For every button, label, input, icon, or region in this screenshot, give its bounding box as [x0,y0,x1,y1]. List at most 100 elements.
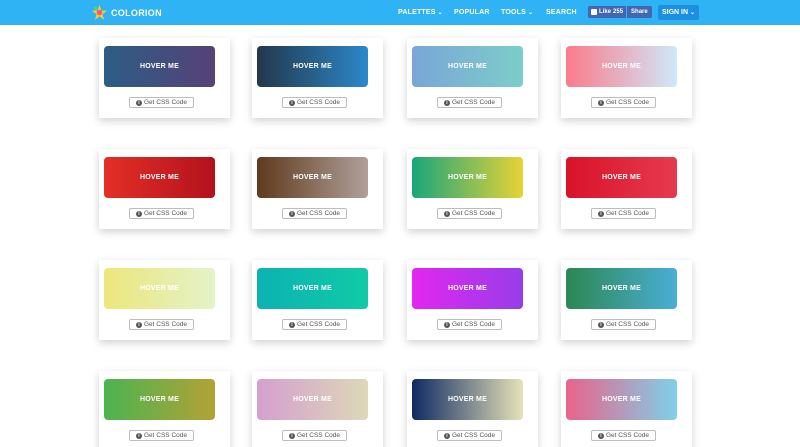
hover-me-button[interactable]: HOVER ME [104,379,215,420]
gradient-card: HOVER ME i Get CSS Code [561,38,692,118]
get-css-code-button[interactable]: i Get CSS Code [437,97,502,108]
gradient-card: HOVER ME i Get CSS Code [252,38,383,118]
nav-search[interactable]: SEARCH [546,0,577,25]
sign-in-button[interactable]: SIGN IN ⌄ [658,5,699,20]
brand-logo[interactable]: COLORION [92,5,162,20]
info-icon: i [444,432,450,439]
hover-me-button[interactable]: HOVER ME [566,379,677,420]
get-css-code-label: Get CSS Code [452,321,495,328]
gradient-card: HOVER ME i Get CSS Code [561,149,692,229]
top-navbar: COLORION PALETTES ⌄ POPULAR TOOLS ⌄ SEARCH… [0,0,800,25]
facebook-widget: Like 255 Share [588,6,652,18]
info-icon: i [598,210,604,217]
nav-tools[interactable]: TOOLS ⌄ [501,0,533,25]
info-icon: i [136,321,142,328]
hover-me-button[interactable]: HOVER ME [257,46,368,87]
get-css-code-button[interactable]: i Get CSS Code [282,319,347,330]
get-css-code-label: Get CSS Code [606,321,649,328]
get-css-code-button[interactable]: i Get CSS Code [129,97,194,108]
info-icon: i [598,432,604,439]
caret-down-icon: ⌄ [437,10,443,16]
info-icon: i [598,321,604,328]
get-css-code-label: Get CSS Code [452,210,495,217]
hover-me-button[interactable]: HOVER ME [412,157,523,198]
nav-popular-label: POPULAR [454,9,490,16]
gradient-card: HOVER ME i Get CSS Code [407,371,538,447]
get-css-code-label: Get CSS Code [297,432,340,439]
get-css-code-label: Get CSS Code [144,432,187,439]
gradient-card: HOVER ME i Get CSS Code [407,260,538,340]
hover-me-button[interactable]: HOVER ME [566,268,677,309]
facebook-share-button[interactable]: Share [627,6,652,18]
nav-popular[interactable]: POPULAR [454,0,490,25]
get-css-code-button[interactable]: i Get CSS Code [437,208,502,219]
get-css-code-label: Get CSS Code [606,99,649,106]
like-label: Like [599,9,612,15]
get-css-code-button[interactable]: i Get CSS Code [282,208,347,219]
get-css-code-button[interactable]: i Get CSS Code [129,208,194,219]
hover-me-button[interactable]: HOVER ME [412,379,523,420]
info-icon: i [289,321,295,328]
hover-me-button[interactable]: HOVER ME [257,379,368,420]
hover-me-button[interactable]: HOVER ME [104,46,215,87]
info-icon: i [136,210,142,217]
gradient-card: HOVER ME i Get CSS Code [561,371,692,447]
info-icon: i [289,99,295,106]
get-css-code-button[interactable]: i Get CSS Code [591,208,656,219]
get-css-code-label: Get CSS Code [144,210,187,217]
get-css-code-label: Get CSS Code [144,99,187,106]
gradient-card: HOVER ME i Get CSS Code [99,149,230,229]
get-css-code-button[interactable]: i Get CSS Code [591,430,656,441]
gradient-card: HOVER ME i Get CSS Code [252,371,383,447]
sign-in-label: SIGN IN [661,9,689,16]
hover-me-button[interactable]: HOVER ME [104,268,215,309]
thumbs-up-icon [591,9,597,15]
get-css-code-button[interactable]: i Get CSS Code [129,430,194,441]
gradient-card: HOVER ME i Get CSS Code [561,260,692,340]
hover-me-button[interactable]: HOVER ME [412,46,523,87]
info-icon: i [444,99,450,106]
get-css-code-button[interactable]: i Get CSS Code [437,430,502,441]
hover-me-button[interactable]: HOVER ME [412,268,523,309]
get-css-code-label: Get CSS Code [144,321,187,328]
nav-palettes-label: PALETTES [398,9,436,16]
info-icon: i [136,99,142,106]
hover-me-button[interactable]: HOVER ME [566,157,677,198]
gradient-card: HOVER ME i Get CSS Code [99,38,230,118]
get-css-code-label: Get CSS Code [297,99,340,106]
colorion-logo-icon [92,5,107,20]
get-css-code-button[interactable]: i Get CSS Code [591,319,656,330]
get-css-code-button[interactable]: i Get CSS Code [129,319,194,330]
gradient-card: HOVER ME i Get CSS Code [407,149,538,229]
hover-me-button[interactable]: HOVER ME [104,157,215,198]
nav-palettes[interactable]: PALETTES ⌄ [398,0,443,25]
info-icon: i [444,210,450,217]
get-css-code-label: Get CSS Code [452,99,495,106]
like-count: 255 [613,9,624,15]
get-css-code-label: Get CSS Code [297,321,340,328]
gradient-card: HOVER ME i Get CSS Code [99,371,230,447]
get-css-code-label: Get CSS Code [606,432,649,439]
get-css-code-button[interactable]: i Get CSS Code [282,430,347,441]
hover-me-button[interactable]: HOVER ME [257,268,368,309]
caret-down-icon: ⌄ [690,10,696,16]
get-css-code-label: Get CSS Code [606,210,649,217]
gradient-card: HOVER ME i Get CSS Code [99,260,230,340]
gradient-card: HOVER ME i Get CSS Code [252,260,383,340]
get-css-code-button[interactable]: i Get CSS Code [282,97,347,108]
facebook-like-button[interactable]: Like 255 [588,6,627,18]
caret-down-icon: ⌄ [527,10,534,16]
brand-name: COLORION [111,7,162,18]
get-css-code-button[interactable]: i Get CSS Code [591,97,656,108]
nav-tools-label: TOOLS [501,9,526,16]
hover-me-button[interactable]: HOVER ME [566,46,677,87]
gradient-card: HOVER ME i Get CSS Code [252,149,383,229]
hover-me-button[interactable]: HOVER ME [257,157,368,198]
nav-search-label: SEARCH [546,9,577,16]
gradient-card: HOVER ME i Get CSS Code [407,38,538,118]
get-css-code-button[interactable]: i Get CSS Code [437,319,502,330]
info-icon: i [444,321,450,328]
get-css-code-label: Get CSS Code [297,210,340,217]
info-icon: i [289,432,295,439]
info-icon: i [598,99,604,106]
